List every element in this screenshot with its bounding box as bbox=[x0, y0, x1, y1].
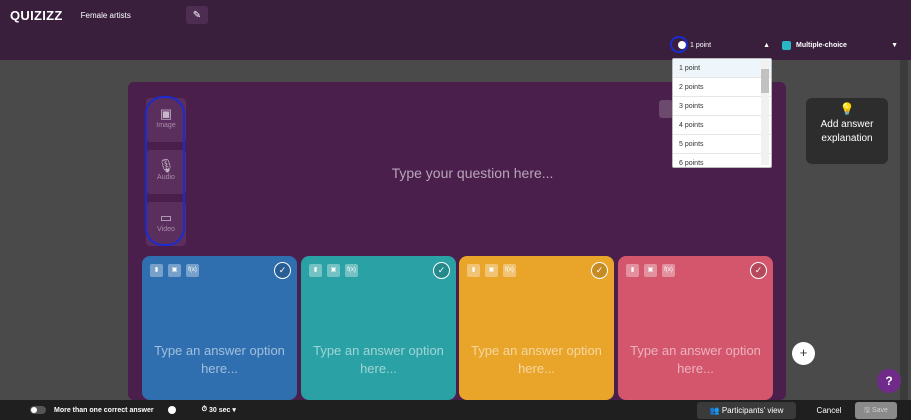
add-explanation-button[interactable]: 💡 Add answer explanation bbox=[806, 98, 888, 164]
lightbulb-icon: 💡 bbox=[839, 102, 855, 116]
mark-correct-icon[interactable]: ✓ bbox=[750, 262, 767, 279]
edit-title-button[interactable]: ✎ bbox=[185, 6, 208, 24]
points-select-value: 1 point bbox=[690, 41, 712, 49]
image-icon[interactable]: ▣ bbox=[644, 264, 657, 277]
save-label: Save bbox=[871, 407, 888, 414]
save-button[interactable]: 🖫 Save bbox=[855, 402, 897, 419]
people-icon: 👥 bbox=[709, 406, 722, 415]
formula-icon[interactable]: f(x) bbox=[503, 264, 516, 277]
answer-input[interactable]: Type an answer option here... bbox=[459, 342, 614, 378]
points-option[interactable]: 3 points bbox=[673, 97, 771, 116]
add-explanation-label: Add answer explanation bbox=[820, 119, 874, 144]
question-type-value: Multiple-choice bbox=[796, 41, 847, 49]
stopwatch-icon: ⏱ bbox=[201, 406, 209, 413]
image-icon[interactable]: ▣ bbox=[485, 264, 498, 277]
image-icon[interactable]: ▣ bbox=[327, 264, 340, 277]
question-settings-bar bbox=[0, 30, 911, 60]
help-button[interactable]: ? bbox=[877, 369, 901, 393]
answer-input[interactable]: Type an answer option here... bbox=[301, 342, 456, 378]
multi-correct-toggle[interactable] bbox=[30, 406, 46, 414]
formula-icon[interactable]: f(x) bbox=[186, 264, 199, 277]
points-option[interactable]: 2 points bbox=[673, 78, 771, 97]
answer-input[interactable]: Type an answer option here... bbox=[618, 342, 773, 378]
save-icon: 🖫 bbox=[864, 407, 872, 414]
dropdown-scroll-thumb[interactable] bbox=[761, 69, 769, 93]
mark-correct-icon[interactable]: ✓ bbox=[433, 262, 450, 279]
answer-card-3[interactable]: ▮ ▣ f(x) ✓ Type an answer option here... bbox=[459, 256, 614, 400]
points-dropdown: 1 point 2 points 3 points 4 points 5 poi… bbox=[672, 58, 772, 168]
quiz-title[interactable]: Female artists bbox=[81, 11, 131, 20]
cancel-button[interactable]: Cancel bbox=[808, 402, 850, 419]
timer-select[interactable]: ⏱ 30 sec ▾ bbox=[202, 406, 236, 414]
delete-icon[interactable]: ▮ bbox=[626, 264, 639, 277]
question-type-select[interactable]: Multiple-choice ▼ bbox=[778, 36, 904, 54]
info-icon[interactable] bbox=[167, 406, 176, 414]
delete-icon[interactable]: ▮ bbox=[309, 264, 322, 277]
participants-view-button[interactable]: 👥 Participants' view bbox=[697, 402, 796, 419]
plus-icon: + bbox=[799, 345, 808, 360]
answer-input[interactable]: Type an answer option here... bbox=[142, 342, 297, 378]
delete-icon[interactable]: ▮ bbox=[467, 264, 480, 277]
caret-down-icon: ▼ bbox=[891, 41, 898, 49]
participants-view-label: Participants' view bbox=[721, 406, 784, 415]
points-option[interactable]: 1 point bbox=[673, 59, 771, 78]
points-option[interactable]: 6 points bbox=[673, 154, 771, 167]
points-option[interactable]: 5 points bbox=[673, 135, 771, 154]
timer-value: 30 sec bbox=[209, 406, 231, 414]
question-panel-control[interactable] bbox=[659, 100, 673, 118]
question-input[interactable]: Type your question here... bbox=[300, 165, 645, 181]
page-scrollbar[interactable] bbox=[900, 60, 908, 400]
top-header: QUIZIZZ Female artists ✎ bbox=[0, 0, 911, 30]
formula-icon[interactable]: f(x) bbox=[345, 264, 358, 277]
answer-card-2[interactable]: ▮ ▣ f(x) ✓ Type an answer option here... bbox=[301, 256, 456, 400]
points-option[interactable]: 4 points bbox=[673, 116, 771, 135]
answer-card-1[interactable]: ▮ ▣ f(x) ✓ Type an answer option here... bbox=[142, 256, 297, 400]
annotation-circle bbox=[670, 36, 688, 53]
caret-up-icon: ▲ bbox=[763, 41, 770, 49]
annotation-outline bbox=[145, 96, 185, 246]
mark-correct-icon[interactable]: ✓ bbox=[274, 262, 291, 279]
multi-correct-label: More than one correct answer bbox=[54, 406, 154, 414]
multiple-choice-icon bbox=[782, 40, 791, 50]
mark-correct-icon[interactable]: ✓ bbox=[591, 262, 608, 279]
image-icon[interactable]: ▣ bbox=[168, 264, 181, 277]
answer-card-4[interactable]: ▮ ▣ f(x) ✓ Type an answer option here... bbox=[618, 256, 773, 400]
quizizz-logo[interactable]: QUIZIZZ bbox=[10, 8, 63, 23]
add-answer-button[interactable]: + bbox=[792, 342, 815, 365]
delete-icon[interactable]: ▮ bbox=[150, 264, 163, 277]
formula-icon[interactable]: f(x) bbox=[662, 264, 675, 277]
caret-down-icon: ▾ bbox=[230, 407, 236, 414]
pencil-icon: ✎ bbox=[192, 9, 202, 21]
